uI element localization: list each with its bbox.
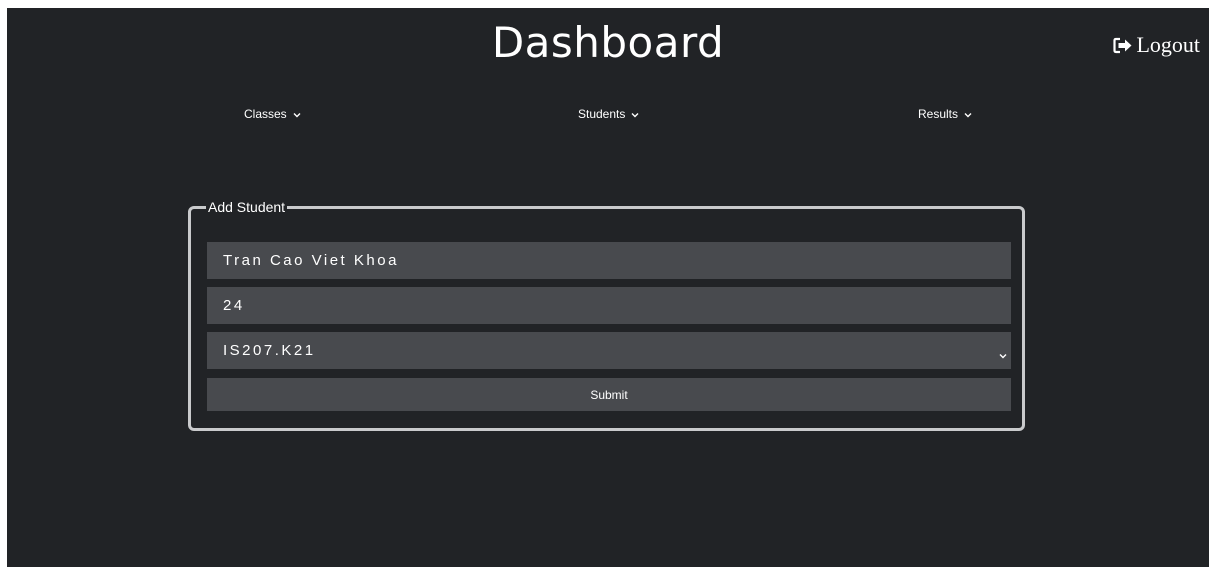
nav-results[interactable]: Results — [918, 107, 972, 121]
form-legend: Add Student — [206, 198, 288, 216]
student-name-input[interactable]: Tran Cao Viet Khoa — [207, 242, 1011, 279]
chevron-down-icon — [999, 346, 1007, 363]
nav-classes[interactable]: Classes — [244, 107, 301, 121]
nav-results-label: Results — [918, 107, 959, 121]
dashboard-page: Dashboard Logout Classes Students Result… — [7, 8, 1209, 567]
page-title: Dashboard — [491, 18, 725, 67]
class-select-value: IS207.K21 — [223, 342, 316, 359]
nav-students[interactable]: Students — [578, 107, 639, 121]
class-select[interactable]: IS207.K21 — [207, 332, 1011, 369]
chevron-down-icon — [964, 107, 972, 121]
chevron-down-icon — [293, 107, 301, 121]
logout-link[interactable]: Logout — [1113, 32, 1200, 58]
logout-label: Logout — [1136, 32, 1200, 57]
student-age-input[interactable]: 24 — [207, 287, 1011, 324]
submit-button[interactable]: Submit — [207, 378, 1011, 411]
chevron-down-icon — [631, 107, 639, 121]
sign-out-icon — [1113, 37, 1133, 54]
nav-classes-label: Classes — [244, 107, 287, 121]
add-student-form: Add Student Tran Cao Viet Khoa 24 IS207.… — [188, 198, 1025, 431]
nav-students-label: Students — [578, 107, 626, 121]
